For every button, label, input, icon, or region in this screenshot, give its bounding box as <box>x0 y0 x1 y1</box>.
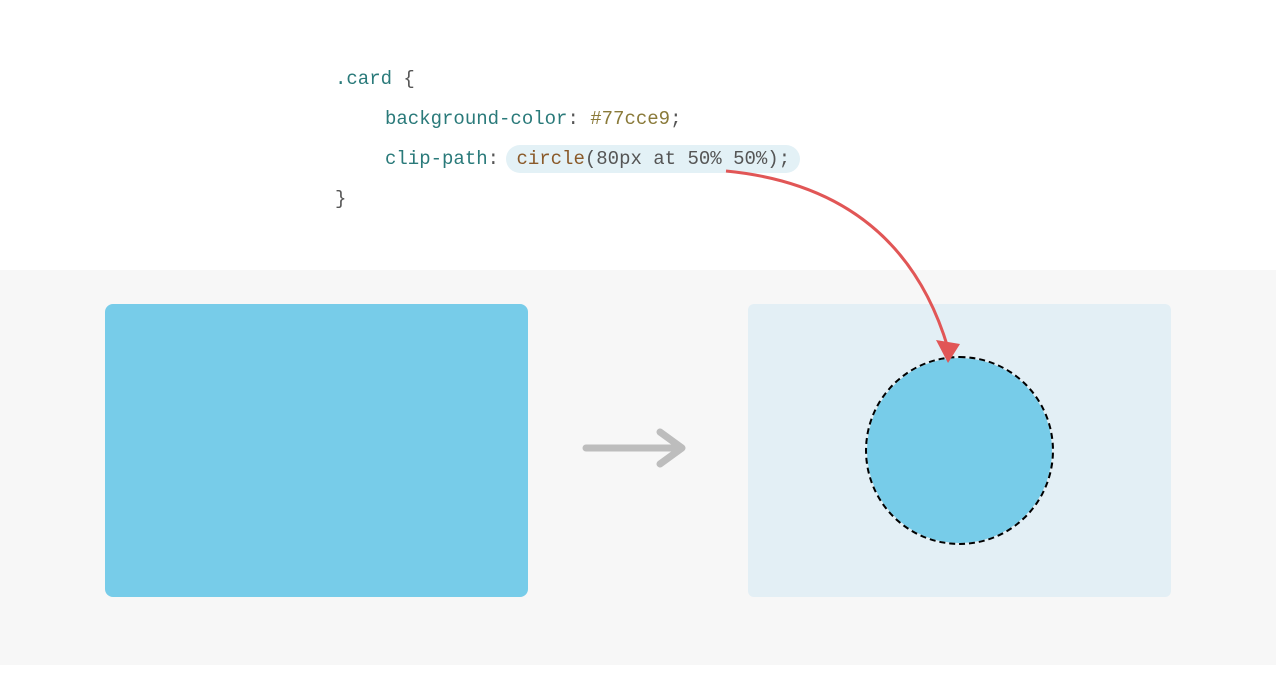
brace-close: } <box>335 188 346 210</box>
paren-open: ( <box>585 148 596 170</box>
colon: : <box>488 148 499 170</box>
space <box>579 108 590 130</box>
space <box>392 68 403 90</box>
code-line-4: } <box>335 180 1276 220</box>
css-func-params: 80px at 50% 50% <box>596 148 767 170</box>
brace-open: { <box>403 68 414 90</box>
css-func-name: circle <box>516 148 584 170</box>
code-line-1: .card { <box>335 60 1276 100</box>
paren-close: ) <box>767 148 778 170</box>
css-property-clip: clip-path <box>385 148 488 170</box>
css-selector: .card <box>335 68 392 90</box>
colon: : <box>567 108 578 130</box>
code-line-2: background-color: #77cce9; <box>335 100 1276 140</box>
semicolon: ; <box>670 108 681 130</box>
diagram-section <box>0 270 1276 665</box>
code-section: .card { background-color: #77cce9; clip-… <box>0 0 1276 270</box>
card-after <box>748 304 1171 597</box>
card-before <box>105 304 528 597</box>
clipped-circle <box>867 358 1052 543</box>
code-line-3: clip-path: circle(80px at 50% 50%); <box>335 140 1276 180</box>
arrow-transition-icon <box>558 428 718 473</box>
code-block: .card { background-color: #77cce9; clip-… <box>335 60 1276 220</box>
highlighted-value: circle(80px at 50% 50%); <box>506 145 800 173</box>
css-property-bg: background-color <box>385 108 567 130</box>
semicolon: ; <box>779 148 790 170</box>
css-value-color: #77cce9 <box>590 108 670 130</box>
